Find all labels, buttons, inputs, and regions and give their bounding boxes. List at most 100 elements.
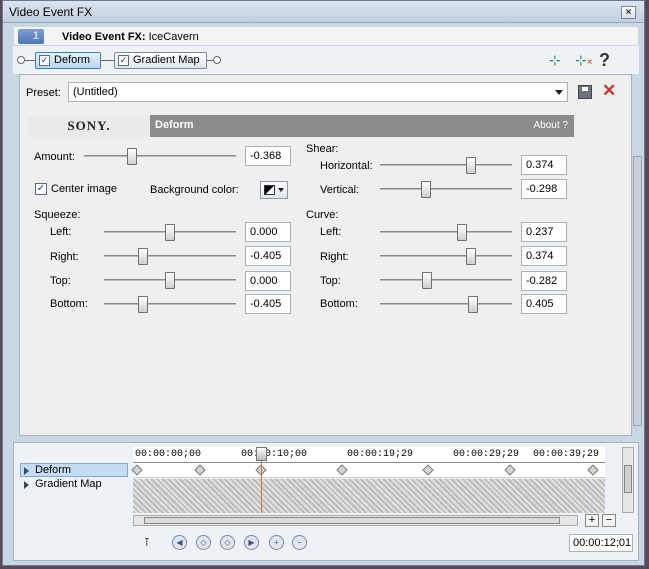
sony-logo: SONY. xyxy=(28,115,150,137)
header-prefix: Video Event FX: xyxy=(62,31,146,43)
plugin-add-icon[interactable]: ⊹ xyxy=(549,52,561,68)
window-title: Video Event FX xyxy=(9,5,93,19)
previous-keyframe-icon[interactable]: ◇ xyxy=(196,535,211,550)
timeline-horizontal-scrollbar[interactable] xyxy=(133,515,578,526)
keyframe-marker[interactable] xyxy=(422,464,434,476)
keyframe-lane[interactable] xyxy=(131,463,605,478)
squeeze-left-slider[interactable] xyxy=(104,223,236,241)
delete-keyframe-icon[interactable]: − xyxy=(292,535,307,550)
about-link[interactable]: About ? xyxy=(534,120,568,131)
slider-thumb[interactable] xyxy=(422,272,433,289)
amount-value[interactable]: -0.368 xyxy=(245,146,291,166)
gradient-map-enable-checkbox[interactable]: ✓ xyxy=(118,55,129,66)
slider-thumb[interactable] xyxy=(138,248,149,265)
zoom-out-button[interactable]: − xyxy=(602,514,616,527)
slider-thumb[interactable] xyxy=(421,181,432,198)
squeeze-top-label: Top: xyxy=(50,275,71,287)
event-name: IceCavern xyxy=(148,31,199,43)
squeeze-bottom-label: Bottom: xyxy=(50,298,88,310)
keyframe-marker[interactable] xyxy=(336,464,348,476)
title-bar[interactable]: Video Event FX × xyxy=(3,1,644,23)
chain-end-node xyxy=(213,56,221,64)
slider-thumb[interactable] xyxy=(138,296,149,313)
background-color-button[interactable] xyxy=(260,181,288,199)
slider-thumb[interactable] xyxy=(467,296,478,313)
keyframe-marker[interactable] xyxy=(131,464,143,476)
delete-icon[interactable]: ✕ xyxy=(602,82,616,100)
close-button[interactable]: × xyxy=(621,6,636,19)
squeeze-right-value[interactable]: -0.405 xyxy=(245,246,291,266)
panel-scrollbar[interactable] xyxy=(633,156,642,426)
last-keyframe-icon[interactable]: ▶ xyxy=(244,535,259,550)
keyframe-marker[interactable] xyxy=(587,464,599,476)
keyframe-marker[interactable] xyxy=(194,464,206,476)
track-label: Gradient Map xyxy=(35,478,102,490)
current-time-display[interactable]: 00:00:12;01 xyxy=(569,534,633,552)
curve-left-slider[interactable] xyxy=(380,223,512,241)
shear-vertical-slider[interactable] xyxy=(380,180,512,198)
curve-right-slider[interactable] xyxy=(380,247,512,265)
add-keyframe-icon[interactable]: + xyxy=(269,535,284,550)
chain-connector xyxy=(101,60,115,61)
curve-right-value[interactable]: 0.374 xyxy=(521,246,567,266)
chain-plugin-gradient-map[interactable]: ✓ Gradient Map xyxy=(114,52,207,69)
plugin-panel: Preset: (Untitled) ✕ SONY. Deform About … xyxy=(19,74,632,436)
slider-thumb[interactable] xyxy=(465,157,476,174)
save-icon[interactable] xyxy=(578,85,592,99)
chain-start-node xyxy=(17,56,25,64)
shear-horizontal-value[interactable]: 0.374 xyxy=(521,155,567,175)
time-ruler[interactable]: 00:00:00;00 00:00:10;00 00:00:19;29 00:0… xyxy=(133,447,605,463)
chevron-down-icon xyxy=(278,188,284,192)
squeeze-top-value[interactable]: 0.000 xyxy=(245,271,291,291)
curve-top-slider[interactable] xyxy=(380,271,512,289)
timeline-vertical-scrollbar[interactable] xyxy=(622,447,634,513)
slider-thumb[interactable] xyxy=(127,148,138,165)
preset-label: Preset: xyxy=(26,87,61,99)
next-keyframe-icon[interactable]: ◇ xyxy=(220,535,235,550)
chain-number-badge[interactable]: 1 xyxy=(18,29,44,44)
plugin-banner: SONY. Deform About ? xyxy=(28,115,574,137)
help-icon[interactable]: ? xyxy=(599,51,610,69)
track-item-deform[interactable]: Deform xyxy=(20,463,128,477)
chain-plugin-deform[interactable]: ✓ Deform xyxy=(35,52,101,69)
slider-thumb[interactable] xyxy=(465,248,476,265)
curve-left-value[interactable]: 0.237 xyxy=(521,222,567,242)
curve-bottom-value[interactable]: 0.405 xyxy=(521,294,567,314)
squeeze-bottom-value[interactable]: -0.405 xyxy=(245,294,291,314)
slider-track xyxy=(380,279,512,281)
curve-top-value[interactable]: -0.282 xyxy=(521,271,567,291)
zoom-in-button[interactable]: + xyxy=(585,514,599,527)
expand-icon[interactable] xyxy=(24,481,29,489)
squeeze-right-slider[interactable] xyxy=(104,247,236,265)
playhead-handle[interactable] xyxy=(256,447,267,461)
first-keyframe-icon[interactable]: ◀ xyxy=(172,535,187,550)
squeeze-bottom-slider[interactable] xyxy=(104,295,236,313)
preset-dropdown[interactable]: (Untitled) xyxy=(68,82,568,102)
scroll-thumb[interactable] xyxy=(144,517,560,524)
center-image-checkbox[interactable]: ✓ xyxy=(35,183,47,195)
squeeze-label: Squeeze: xyxy=(34,209,81,221)
squeeze-left-value[interactable]: 0.000 xyxy=(245,222,291,242)
amount-slider[interactable] xyxy=(84,147,236,165)
squeeze-top-slider[interactable] xyxy=(104,271,236,289)
shear-vertical-value[interactable]: -0.298 xyxy=(521,179,567,199)
slider-thumb[interactable] xyxy=(165,272,175,289)
slider-track xyxy=(104,303,236,305)
deform-enable-checkbox[interactable]: ✓ xyxy=(39,55,50,66)
expand-icon[interactable] xyxy=(24,467,29,475)
scroll-thumb[interactable] xyxy=(624,465,632,493)
keyframe-timeline: Deform Gradient Map 00:00:00;00 00:00:10… xyxy=(13,442,639,561)
keyframe-marker[interactable] xyxy=(504,464,516,476)
plugin-remove-icon[interactable]: ⊹× xyxy=(575,52,593,71)
inactive-track-area xyxy=(133,479,605,513)
sync-cursor-icon[interactable]: ⊺ xyxy=(144,536,156,550)
shear-horizontal-slider[interactable] xyxy=(380,156,512,174)
curve-bottom-slider[interactable] xyxy=(380,295,512,313)
slider-thumb[interactable] xyxy=(165,224,175,241)
slider-track xyxy=(104,255,236,257)
slider-track xyxy=(84,155,236,157)
slider-thumb[interactable] xyxy=(456,224,467,241)
track-label: Deform xyxy=(35,464,72,476)
slider-track xyxy=(380,164,512,166)
track-item-gradient-map[interactable]: Gradient Map xyxy=(20,477,128,491)
